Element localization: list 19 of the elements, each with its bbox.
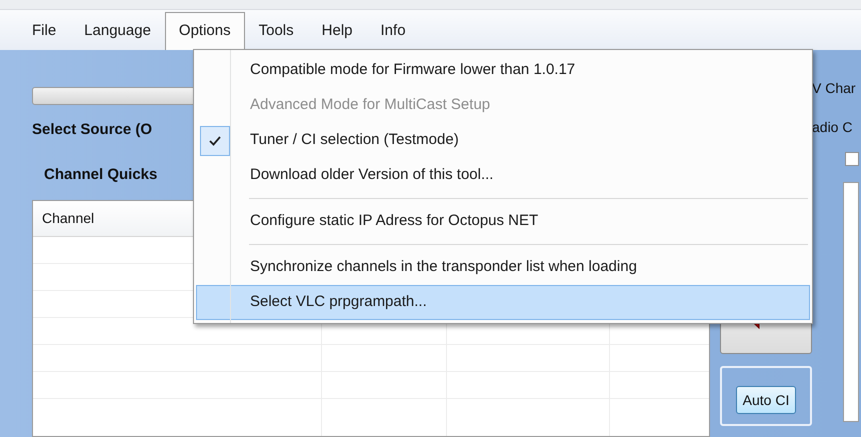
menu-item[interactable]: Tuner / CI selection (Testmode) bbox=[196, 123, 810, 158]
option-label: adio C bbox=[812, 118, 854, 137]
menu-bar-item[interactable]: Language bbox=[70, 12, 165, 50]
menu-bar-item[interactable]: Tools bbox=[244, 12, 308, 50]
channel-quickselect-label: Channel Quicks bbox=[44, 164, 158, 184]
option-label: V Char bbox=[812, 79, 857, 98]
menu-item[interactable]: Compatible mode for Firmware lower than 1.0.17 bbox=[196, 53, 810, 88]
menu-bar-item[interactable]: Help bbox=[308, 12, 367, 50]
menu-item[interactable]: Configure static IP Adress for Octopus NET bbox=[196, 204, 810, 239]
menu-item[interactable]: Synchronize channels in the transponder list when loading bbox=[196, 250, 810, 285]
menu-bar-item[interactable]: Options bbox=[164, 12, 245, 50]
menu-bar-item[interactable]: Info bbox=[366, 12, 420, 50]
checkbox[interactable] bbox=[845, 152, 859, 166]
select-source-label: Select Source (O bbox=[32, 120, 152, 140]
column-header[interactable]: Channel bbox=[33, 208, 94, 229]
menu-item[interactable]: Select VLC prpgrampath... bbox=[196, 285, 810, 320]
menu-bar-item[interactable]: File bbox=[18, 12, 70, 50]
menu-item[interactable]: Download older Version of this tool... bbox=[196, 158, 810, 193]
auto-ci-button[interactable]: Auto CI bbox=[736, 386, 796, 414]
